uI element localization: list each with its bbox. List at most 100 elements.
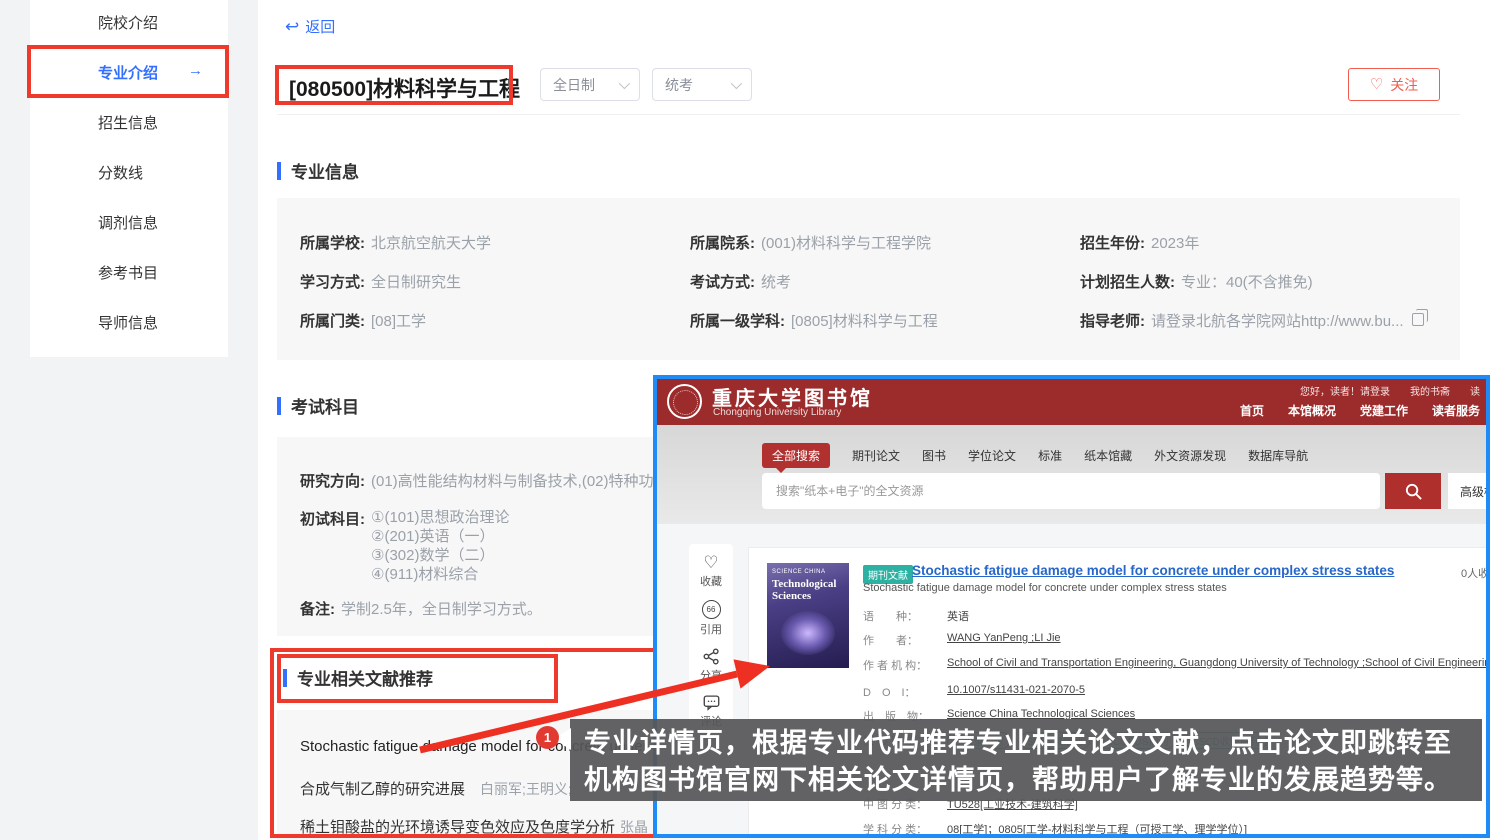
paper-fav-count: 0人收藏: [1461, 565, 1490, 581]
major-info-card: 所属学校:北京航空航天大学 学习方式:全日制研究生 所属门类:[08]工学 所属…: [277, 198, 1460, 360]
study-mode-value: 全日制: [553, 75, 595, 95]
annotation-box-literature-title: [277, 654, 558, 703]
action-cite[interactable]: 66 引用: [700, 600, 722, 637]
exam-field-note: 备注:学制2.5年，全日制学习方式。: [300, 598, 542, 619]
library-title-en: Chongqing University Library: [713, 407, 841, 418]
annotation-caption: 专业详情页，根据专业代码推荐专业相关论文文献，点击论文即跳转至 机构图书馆官网下…: [570, 719, 1482, 801]
field-doi: D O I：10.1007/s11431-021-2070-5: [863, 684, 1085, 700]
tab-books[interactable]: 图书: [922, 447, 946, 464]
tab-paper-collection[interactable]: 纸本馆藏: [1084, 447, 1132, 464]
magnifier-icon: [1404, 482, 1423, 501]
exam-subject-1: ①(101)思想政治理论: [371, 508, 509, 527]
library-action-column: ♡ 收藏 66 引用 分享 评论: [689, 544, 733, 739]
info-field-school: 所属学校:北京航空航天大学: [300, 232, 491, 253]
tab-journal-papers[interactable]: 期刊论文: [852, 447, 900, 464]
comment-icon: [703, 694, 720, 711]
field-language: 语 种：英语: [863, 608, 969, 624]
tab-database-nav[interactable]: 数据库导航: [1248, 447, 1308, 464]
back-arrow-icon: ↩: [285, 17, 299, 37]
action-label: 分享: [700, 667, 722, 683]
info-field-category: 所属门类:[08]工学: [300, 310, 426, 331]
cover-line3: Sciences: [772, 590, 844, 602]
info-field-supervisor: 指导老师:请登录北航各学院网站http://www.bu...: [1080, 310, 1424, 331]
sidebar-item-school-intro[interactable]: 院校介绍: [98, 12, 158, 34]
back-button[interactable]: ↩ 返回: [285, 16, 335, 37]
follow-label: 关注: [1390, 75, 1418, 95]
action-label: 引用: [700, 621, 722, 637]
library-search-input[interactable]: [762, 473, 1380, 509]
action-label: 收藏: [700, 573, 722, 589]
nav-overview[interactable]: 本馆概况: [1288, 402, 1336, 419]
copy-icon[interactable]: [1412, 313, 1424, 326]
paper-title-link[interactable]: Stochastic fatigue damage model for conc…: [912, 563, 1394, 578]
follow-button[interactable]: ♡ 关注: [1348, 68, 1440, 101]
divider: [277, 114, 1460, 115]
tab-theses[interactable]: 学位论文: [968, 447, 1016, 464]
library-search-band: 全部搜索 期刊论文 图书 学位论文 标准 纸本馆藏 外文资源发现 数据库导航 高…: [657, 425, 1486, 524]
tab-standards[interactable]: 标准: [1038, 447, 1062, 464]
author-org-link[interactable]: School of Civil and Transportation Engin…: [947, 657, 1490, 673]
caption-line-2: 机构图书馆官网下相关论文详情页，帮助用户了解专业的发展趋势等。: [584, 762, 1482, 799]
library-search-button[interactable]: [1385, 473, 1441, 509]
authors-link[interactable]: WANG YanPeng ;LI Jie: [947, 632, 1061, 648]
library-topbar-links[interactable]: 您好，读者！请登录 我的书斋 读: [1300, 383, 1480, 398]
sidebar-item-adjustment-info[interactable]: 调剂信息: [98, 212, 158, 234]
nav-home[interactable]: 首页: [1240, 402, 1264, 419]
annotation-box-sidebar: [27, 45, 229, 98]
exam-subject-4: ④(911)材料综合: [371, 565, 509, 584]
sidebar-item-reference-books[interactable]: 参考书目: [98, 262, 158, 284]
section-title-text: 考试科目: [291, 393, 359, 418]
library-header: 重庆大学图书馆 Chongqing University Library 您好，…: [657, 379, 1486, 425]
field-authors: 作 者：WANG YanPeng ;LI Jie: [863, 632, 1061, 648]
action-share[interactable]: 分享: [700, 648, 722, 683]
heart-icon: ♡: [1370, 77, 1383, 92]
sidebar-item-enrollment-info[interactable]: 招生信息: [98, 112, 158, 134]
exam-field-direction: 研究方向:(01)高性能结构材料与制备技术,(02)特种功能材: [300, 470, 684, 491]
section-bar: [277, 397, 281, 415]
study-mode-dropdown[interactable]: 全日制: [540, 68, 640, 101]
section-title-exam-subjects: 考试科目: [277, 393, 359, 418]
section-title-major-info: 专业信息: [277, 158, 359, 183]
exam-type-value: 统考: [665, 75, 693, 95]
section-title-text: 专业信息: [291, 158, 359, 183]
annotation-box-title: [275, 65, 513, 105]
doi-link[interactable]: 10.1007/s11431-021-2070-5: [947, 684, 1085, 700]
sidebar-item-score-line[interactable]: 分数线: [98, 162, 143, 184]
info-field-first-discipline: 所属一级学科:[0805]材料科学与工程: [690, 310, 938, 331]
nav-party[interactable]: 党建工作: [1360, 402, 1408, 419]
journal-cover: SCIENCE CHINA Technological Sciences: [767, 563, 849, 668]
tab-foreign-discovery[interactable]: 外文资源发现: [1154, 447, 1226, 464]
cover-line1: SCIENCE CHINA: [772, 569, 844, 575]
info-field-exam-type: 考试方式:统考: [690, 271, 791, 292]
library-search-tabs: 全部搜索 期刊论文 图书 学位论文 标准 纸本馆藏 外文资源发现 数据库导航: [762, 443, 1308, 468]
chevron-down-icon: [619, 77, 630, 88]
exam-type-dropdown[interactable]: 统考: [652, 68, 752, 101]
nav-reader-service[interactable]: 读者服务: [1432, 402, 1480, 419]
section-bar: [277, 162, 281, 180]
back-label: 返回: [305, 16, 335, 37]
info-field-department: 所属院系:(001)材料科学与工程学院: [690, 232, 931, 253]
paper-subtitle: Stochastic fatigue damage model for conc…: [863, 582, 1227, 594]
quote-icon: 66: [702, 600, 721, 619]
exam-field-subjects: 初试科目: ①(101)思想政治理论 ②(201)英语（一） ③(302)数学（…: [300, 508, 509, 584]
cover-art: [781, 611, 835, 655]
annotation-number-badge: 1: [536, 726, 559, 749]
info-field-study-mode: 学习方式:全日制研究生: [300, 271, 461, 292]
library-nav: 首页 本馆概况 党建工作 读者服务: [1240, 402, 1480, 419]
field-subject-class: 学 科 分 类：08[工学]；0805[工学-材料科学与工程（可授工学、理学学位…: [863, 821, 1247, 837]
exam-subject-2: ②(201)英语（一）: [371, 527, 509, 546]
chevron-down-icon: [731, 77, 742, 88]
share-icon: [703, 648, 720, 665]
info-field-enroll-year: 招生年份:2023年: [1080, 232, 1199, 253]
action-favorite[interactable]: ♡ 收藏: [700, 554, 722, 589]
heart-icon: ♡: [703, 554, 718, 571]
exam-subject-3: ③(302)数学（二）: [371, 546, 509, 565]
library-logo-seal-icon: [667, 384, 702, 419]
caption-line-1: 专业详情页，根据专业代码推荐专业相关论文文献，点击论文即跳转至: [584, 725, 1482, 762]
info-field-planned-number: 计划招生人数:专业：40(不含推免): [1080, 271, 1313, 292]
advanced-search-button[interactable]: 高级检: [1448, 473, 1490, 509]
field-author-org: 作 者 机 构：School of Civil and Transportati…: [863, 657, 1490, 673]
tab-all-search[interactable]: 全部搜索: [762, 443, 830, 468]
sidebar-item-supervisor-info[interactable]: 导师信息: [98, 312, 158, 334]
cover-line2: Technological: [772, 578, 844, 590]
